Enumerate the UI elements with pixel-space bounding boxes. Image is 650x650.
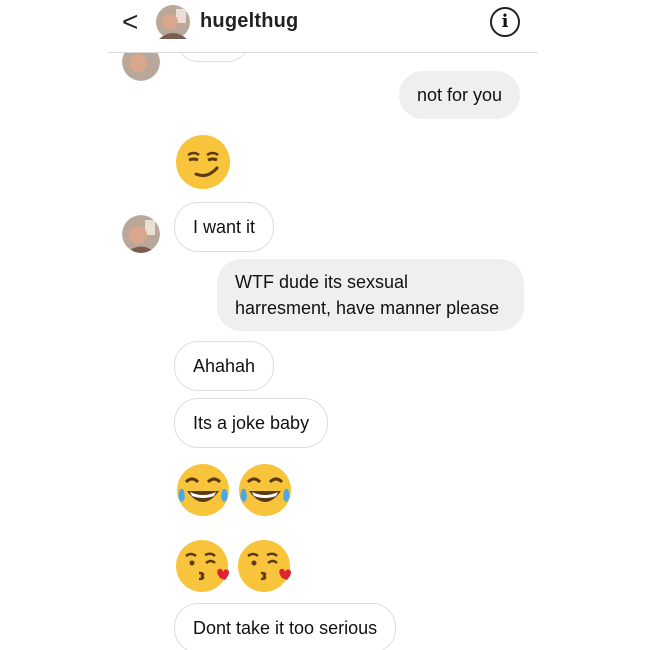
- joy-emoji-icon: [239, 464, 291, 516]
- incoming-message: I want it: [174, 202, 275, 252]
- incoming-message: Dont take it too serious: [174, 603, 397, 650]
- info-icon[interactable]: i: [490, 7, 520, 37]
- chat-username[interactable]: hugelthug: [200, 10, 298, 33]
- kissing-heart-emoji-icon: [176, 540, 229, 592]
- sender-avatar[interactable]: [122, 215, 160, 253]
- left-margin: [0, 0, 108, 650]
- smirk-emoji-icon: [176, 135, 230, 189]
- chat-header: < hugelthug i: [108, 0, 538, 53]
- message-line: harresment, have manner please: [235, 298, 500, 318]
- kissing-heart-emoji-icon: [238, 540, 291, 592]
- incoming-message: Ahahah: [174, 341, 275, 391]
- right-margin: [538, 0, 650, 650]
- chat-screen: < hugelthug i not for you I want it WTF …: [108, 0, 538, 650]
- joy-emoji-icon: [177, 464, 229, 516]
- back-chevron-icon[interactable]: <: [122, 8, 142, 36]
- message-line: WTF dude its sexsual: [235, 272, 409, 292]
- incoming-message: Its a joke baby: [174, 398, 329, 448]
- outgoing-message: not for you: [399, 71, 521, 119]
- outgoing-message: WTF dude its sexsual harresment, have ma…: [217, 259, 524, 331]
- header-avatar[interactable]: [156, 5, 190, 39]
